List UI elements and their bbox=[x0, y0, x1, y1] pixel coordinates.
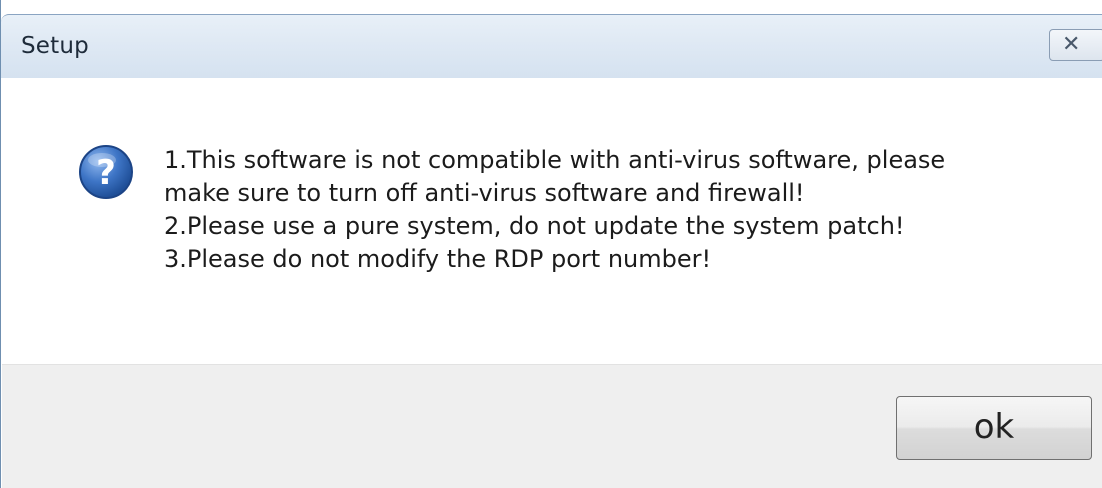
setup-dialog-window: Setup ✕ ? 1.This software is not compati… bbox=[0, 0, 1102, 488]
message-line: 1.This software is not compatible with a… bbox=[164, 146, 946, 174]
message-line: 3.Please do not modify the RDP port numb… bbox=[164, 245, 712, 273]
message-line: 2.Please use a pure system, do not updat… bbox=[164, 212, 905, 240]
svg-text:?: ? bbox=[96, 153, 116, 193]
message-line: make sure to turn off anti-virus softwar… bbox=[164, 179, 805, 207]
window-title: Setup bbox=[21, 33, 89, 59]
question-icon: ? bbox=[79, 145, 133, 199]
message-text: 1.This software is not compatible with a… bbox=[164, 144, 1064, 276]
ok-button[interactable]: ok bbox=[896, 396, 1092, 460]
dialog-content: ? 1.This software is not compatible with… bbox=[2, 78, 1102, 364]
dialog-footer: ok bbox=[2, 364, 1102, 488]
title-bar[interactable]: Setup ✕ bbox=[1, 14, 1102, 78]
close-icon: ✕ bbox=[1062, 32, 1081, 57]
close-button[interactable]: ✕ bbox=[1049, 29, 1102, 61]
